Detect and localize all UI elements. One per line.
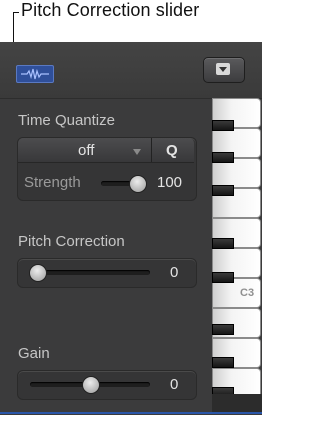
strength-value: 100 (157, 174, 183, 191)
black-key[interactable] (212, 120, 234, 131)
waveform-icon[interactable] (16, 65, 54, 83)
black-key[interactable] (212, 185, 234, 196)
black-key[interactable] (212, 324, 234, 335)
piano-keyboard[interactable] (212, 98, 262, 398)
black-key[interactable] (212, 238, 234, 249)
callout-leader-top (13, 12, 19, 13)
chevron-down-icon[interactable] (133, 149, 141, 155)
pitch-correction-label: Pitch Correction (18, 233, 125, 250)
gain-slider-knob[interactable] (82, 376, 100, 394)
black-key[interactable] (212, 357, 234, 368)
strength-label: Strength (24, 174, 81, 191)
time-quantize-value[interactable]: off (78, 142, 94, 159)
callout-label: Pitch Correction slider (21, 0, 200, 20)
time-quantize-label: Time Quantize (18, 112, 115, 129)
strength-slider-knob[interactable] (129, 175, 147, 193)
pitch-correction-slider-track[interactable] (30, 270, 150, 275)
disclosure-menu-icon (216, 63, 230, 75)
divider (18, 162, 194, 163)
pitch-correction-slider-knob[interactable] (29, 264, 47, 282)
disclosure-menu-button[interactable] (203, 57, 245, 83)
gain-label: Gain (18, 345, 50, 362)
pitch-correction-value: 0 (170, 264, 179, 281)
panel-bottom-edge (0, 412, 262, 414)
gain-value: 0 (170, 376, 179, 393)
black-key[interactable] (212, 152, 234, 163)
c3-key-label: C3 (240, 287, 255, 299)
black-key[interactable] (212, 272, 234, 283)
keyboard-footer (212, 394, 262, 412)
quantize-button-label[interactable]: Q (166, 142, 178, 159)
